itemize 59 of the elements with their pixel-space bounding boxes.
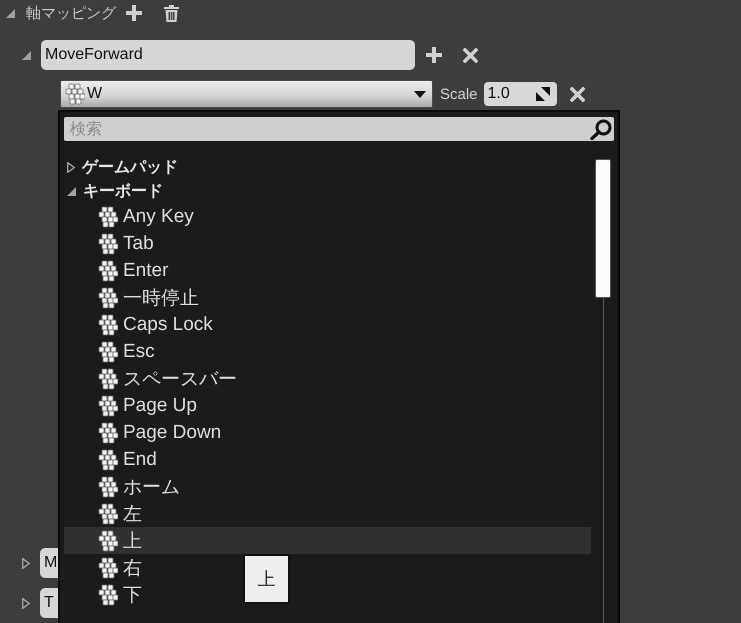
keyboard-keys-icon <box>96 368 118 390</box>
add-button[interactable] <box>126 5 142 21</box>
category-item[interactable]: ゲームパッド <box>64 155 178 179</box>
scale-field[interactable]: 1.0 <box>484 82 557 106</box>
keyboard-keys-icon <box>96 314 118 336</box>
key-list-item[interactable]: Page Up <box>64 392 197 419</box>
key-list-item[interactable]: Tab <box>64 230 154 257</box>
key-list-item[interactable]: ホーム <box>64 473 180 500</box>
keyboard-keys-icon <box>96 502 118 524</box>
key-list-item[interactable]: 左 <box>64 500 142 527</box>
key-list-item[interactable]: 上 <box>64 527 591 554</box>
remove-key-button[interactable] <box>570 86 585 102</box>
key-dropdown[interactable]: W <box>60 80 433 108</box>
category-item[interactable]: キーボード <box>64 179 163 203</box>
mapping-name-field[interactable]: MoveForward <box>41 40 415 70</box>
keyboard-keys-icon <box>96 206 118 228</box>
key-list-item[interactable]: End <box>64 446 157 473</box>
key-list-item[interactable]: 下 <box>64 581 142 608</box>
key-list-item[interactable]: Page Down <box>64 419 222 446</box>
plus-icon <box>426 47 442 63</box>
key-list-item[interactable]: Caps Lock <box>64 311 213 338</box>
key-list-item[interactable]: 右 <box>64 554 142 581</box>
spinner-icon[interactable] <box>536 87 550 101</box>
expanded-triangle-icon[interactable] <box>6 8 15 18</box>
scale-label: Scale <box>440 86 478 102</box>
key-list-item[interactable]: Any Key <box>64 203 194 230</box>
plus-icon <box>126 5 142 21</box>
remove-mapping-button[interactable] <box>463 48 478 62</box>
key-list-item[interactable]: 一時停止 <box>64 284 199 311</box>
keyboard-keys-icon <box>96 394 118 416</box>
expanded-triangle-icon[interactable] <box>67 186 76 196</box>
search-icon[interactable] <box>590 118 612 140</box>
scrollbar-thumb[interactable] <box>595 159 611 298</box>
key-list-item[interactable]: スペースバー <box>64 365 237 392</box>
keyboard-keys-icon <box>96 422 118 444</box>
keyboard-keys-icon <box>96 476 118 498</box>
keyboard-keys-icon <box>96 286 118 308</box>
keyboard-keys-icon <box>96 448 118 470</box>
keyboard-keys-icon <box>96 556 118 578</box>
close-icon <box>570 86 585 102</box>
keyboard-keys-icon <box>96 530 118 552</box>
key-list-item[interactable]: Enter <box>64 257 168 284</box>
keyboard-keys-icon <box>96 260 118 282</box>
keyboard-keys-icon <box>96 340 118 362</box>
collapsed-triangle-icon[interactable] <box>22 598 30 608</box>
delete-button[interactable] <box>164 4 179 22</box>
key-tooltip: 上 <box>243 554 290 604</box>
close-icon <box>463 48 478 62</box>
keyboard-keys-icon <box>63 83 85 105</box>
key-list-item[interactable]: Esc <box>64 338 155 365</box>
keyboard-keys-icon <box>96 584 118 606</box>
trash-icon <box>164 4 179 22</box>
keyboard-keys-icon <box>96 232 118 254</box>
section-title: 軸マッピング <box>26 4 116 22</box>
caret-down-icon <box>414 90 426 98</box>
expanded-triangle-icon[interactable] <box>22 50 31 60</box>
add-key-button[interactable] <box>426 47 442 63</box>
collapsed-triangle-icon[interactable] <box>22 558 30 568</box>
collapsed-triangle-icon[interactable] <box>67 162 75 172</box>
